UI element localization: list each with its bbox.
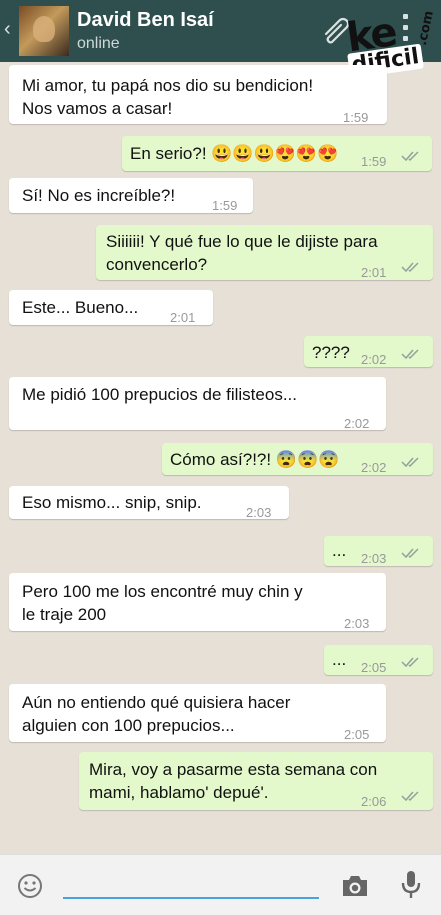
message-text: Mira, voy a pasarme esta semana con mami… [89, 760, 378, 802]
double-check-icon [401, 548, 419, 559]
double-check-icon [401, 151, 419, 162]
message-time: 2:03 [344, 616, 370, 631]
smiley-icon[interactable] [16, 872, 44, 900]
message-text: ... [332, 541, 347, 560]
message-text: Sí! No es increíble?! [22, 186, 176, 205]
double-check-icon [401, 791, 419, 802]
camera-icon[interactable] [340, 873, 370, 899]
message-text: Eso mismo... snip, snip. [22, 493, 202, 512]
message-text: En serio?! 😃😃😃😍😍😍 [130, 144, 339, 163]
message-time: 2:05 [344, 727, 370, 742]
message-bubble[interactable]: ???? 2:02 [304, 336, 433, 367]
double-check-icon [401, 657, 419, 668]
avatar[interactable] [19, 6, 69, 56]
message-time: 2:03 [246, 505, 272, 520]
message-text: Aún no entiendo qué quisiera hacer algui… [22, 693, 291, 735]
message-time: 2:03 [361, 551, 387, 566]
message-time: 1:59 [343, 110, 369, 125]
message-bubble[interactable]: Aún no entiendo qué quisiera hacer algui… [9, 684, 386, 742]
message-bubble[interactable]: ... 2:03 [324, 536, 433, 566]
message-bubble[interactable]: Cómo así?!?! 😨😨😨 2:02 [162, 443, 433, 475]
message-text: Siiiiii! Y qué fue lo que le dijiste par… [106, 232, 378, 274]
message-bubble[interactable]: ... 2:05 [324, 645, 433, 675]
message-list[interactable]: Mi amor, tu papá nos dio su bendicion! N… [0, 62, 441, 854]
message-bubble[interactable]: En serio?! 😃😃😃😍😍😍 1:59 [122, 136, 432, 171]
message-time: 2:05 [361, 660, 387, 675]
message-time: 1:59 [212, 198, 238, 213]
message-text: Este... Bueno... [22, 298, 139, 317]
composer-bar [0, 854, 441, 915]
message-bubble[interactable]: Mi amor, tu papá nos dio su bendicion! N… [9, 65, 387, 125]
message-text: Mi amor, tu papá nos dio su bendicion! N… [22, 76, 314, 118]
double-check-icon [401, 262, 419, 273]
message-text: ... [332, 650, 347, 669]
message-bubble[interactable]: Pero 100 me los encontré muy chin y le t… [9, 573, 386, 631]
message-text: Cómo así?!?! 😨😨😨 [170, 450, 340, 469]
message-time: 2:02 [344, 416, 370, 431]
message-bubble[interactable]: Eso mismo... snip, snip. 2:03 [9, 486, 289, 520]
message-bubble[interactable]: Este... Bueno... 2:01 [9, 290, 213, 325]
contact-status: online [77, 35, 120, 52]
message-time: 2:01 [170, 310, 196, 325]
watermark-com: .com [414, 9, 437, 47]
input-underline [63, 897, 319, 899]
message-time: 2:06 [361, 794, 387, 809]
message-time: 2:02 [361, 460, 387, 475]
double-check-icon [401, 349, 419, 360]
message-bubble[interactable]: Sí! No es increíble?! 1:59 [9, 178, 253, 213]
message-bubble[interactable]: Siiiiii! Y qué fue lo que le dijiste par… [96, 225, 433, 280]
message-time: 1:59 [361, 154, 387, 169]
double-check-icon [401, 457, 419, 468]
message-time: 2:01 [361, 265, 387, 280]
contact-name[interactable]: David Ben Isaí [77, 9, 214, 32]
message-text: Pero 100 me los encontré muy chin y le t… [22, 582, 303, 624]
message-text: ???? [312, 343, 350, 362]
message-bubble[interactable]: Me pidió 100 prepucios de filisteos... 2… [9, 377, 386, 431]
message-time: 2:02 [361, 352, 387, 367]
mic-icon[interactable] [400, 869, 422, 901]
message-text: Me pidió 100 prepucios de filisteos... [22, 385, 297, 404]
message-bubble[interactable]: Mira, voy a pasarme esta semana con mami… [79, 752, 433, 810]
back-icon[interactable]: ‹ [4, 18, 11, 41]
message-input[interactable] [63, 867, 319, 895]
